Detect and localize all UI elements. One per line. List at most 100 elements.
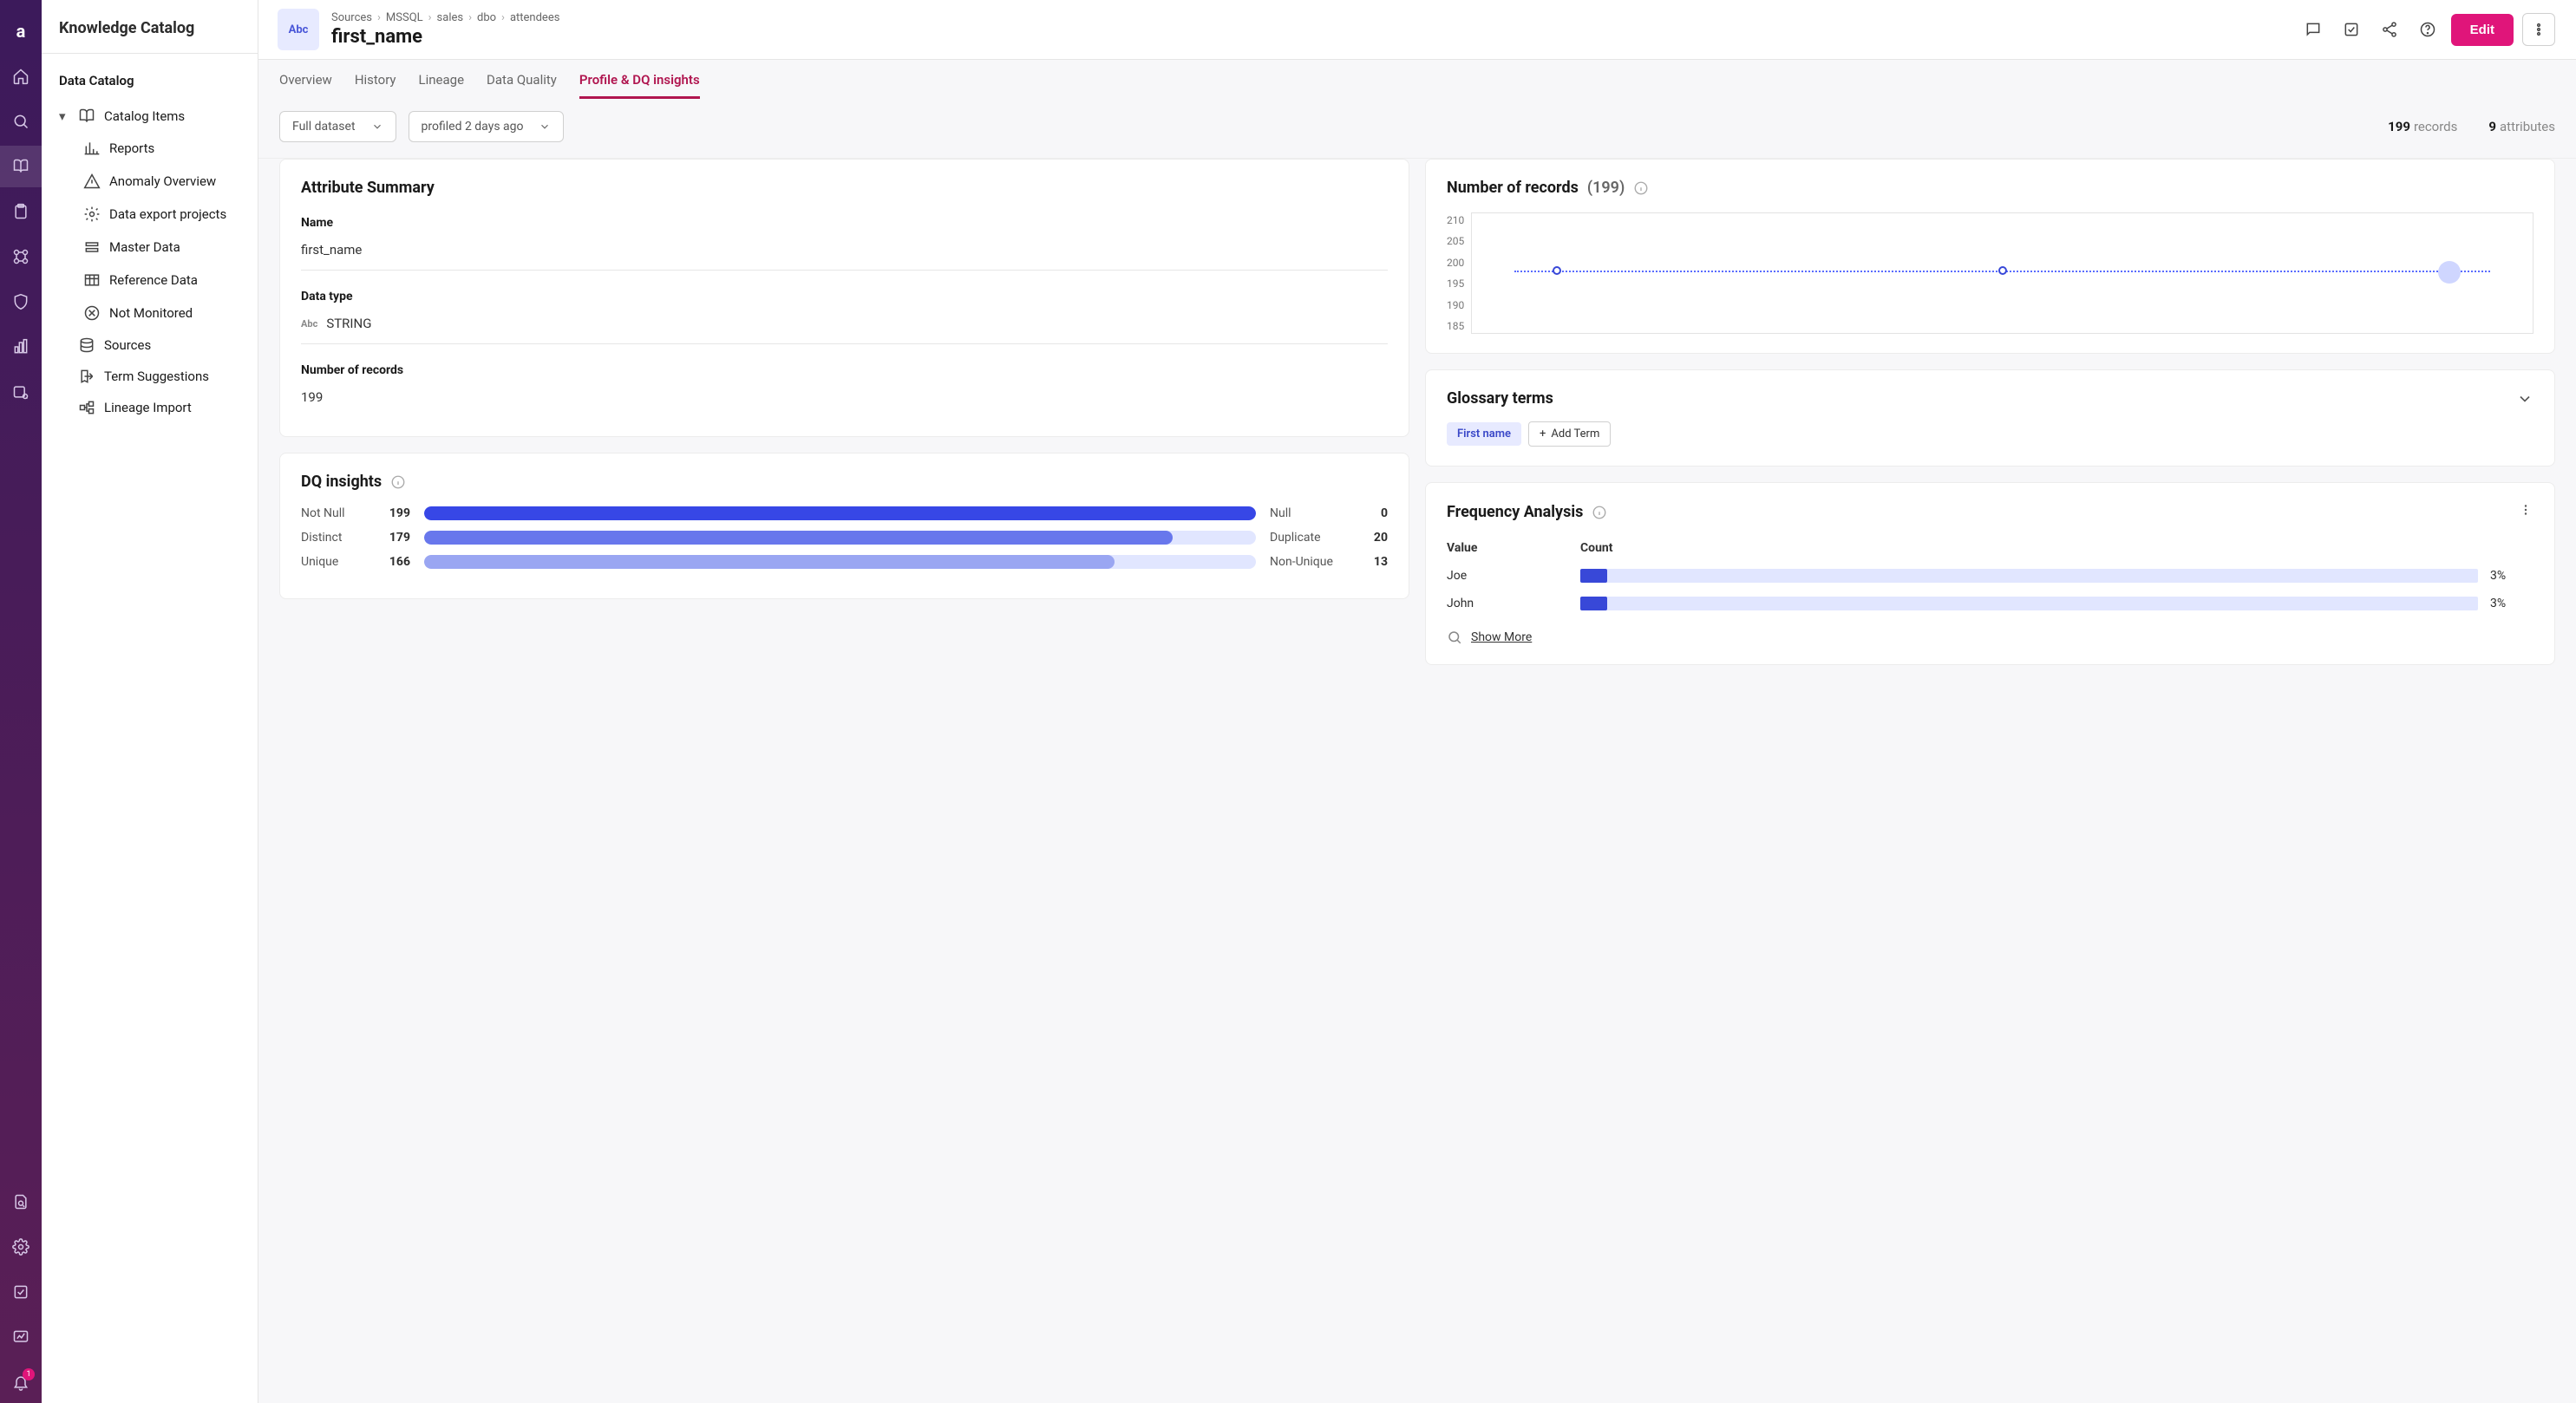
dq-row: Not Null199Null0: [301, 506, 1388, 520]
type-badge: Abc: [278, 9, 319, 50]
dataset-select[interactable]: Full dataset: [279, 111, 396, 142]
tab[interactable]: Profile & DQ insights: [579, 72, 700, 99]
sidebar-item[interactable]: Lineage Import: [50, 392, 249, 423]
dq-right-value: 13: [1362, 555, 1388, 569]
sidebar-item[interactable]: Reference Data: [75, 264, 249, 297]
rail-monitor[interactable]: [0, 1316, 42, 1358]
info-icon: [1633, 180, 1649, 196]
show-more-link[interactable]: Show More: [1447, 630, 2534, 645]
tab[interactable]: Lineage: [419, 72, 465, 99]
rail-analytics[interactable]: [0, 326, 42, 368]
rail-model[interactable]: [0, 236, 42, 277]
dq-right-value: 0: [1362, 506, 1388, 520]
sidebar-item[interactable]: Term Suggestions: [50, 361, 249, 392]
sidebar-item-label: Sources: [104, 337, 151, 353]
breadcrumb-item[interactable]: MSSQL: [386, 11, 423, 24]
freq-bar: [1580, 597, 2478, 610]
breadcrumb-item[interactable]: attendees: [510, 11, 559, 24]
comment-icon[interactable]: [2298, 15, 2328, 44]
sidebar-item-label: Master Data: [109, 239, 180, 255]
item-icon: [83, 238, 101, 256]
help-icon[interactable]: [2413, 15, 2442, 44]
checkbox-icon[interactable]: [2337, 15, 2366, 44]
rail-notifications[interactable]: 1: [0, 1361, 42, 1403]
ytick: 210: [1447, 214, 1464, 226]
breadcrumb-separator: ›: [428, 11, 432, 24]
tab[interactable]: Overview: [279, 72, 332, 99]
item-icon: [83, 206, 101, 223]
freq-value: Joe: [1447, 569, 1568, 583]
frequency-title: Frequency Analysis: [1447, 503, 1583, 521]
rail-doc-search[interactable]: [0, 1181, 42, 1223]
dq-left-label: Distinct: [301, 531, 362, 545]
glossary-card: Glossary terms First name +Add Term: [1425, 369, 2555, 467]
ytick: 195: [1447, 277, 1464, 290]
tree-label: Catalog Items: [104, 108, 185, 124]
sidebar-item[interactable]: Master Data: [75, 231, 249, 264]
tab[interactable]: History: [355, 72, 396, 99]
glossary-title: Glossary terms: [1447, 389, 1553, 408]
dq-right-label: Null: [1270, 506, 1348, 520]
search-icon: [1447, 630, 1462, 645]
sidebar-item-label: Anomaly Overview: [109, 173, 216, 189]
frequency-menu-icon[interactable]: [2518, 502, 2534, 522]
chart-yaxis: 210205200195190185: [1447, 212, 1471, 334]
records-line-plot: [1471, 212, 2534, 334]
freq-col-count: Count: [1580, 541, 2478, 555]
rail-settings[interactable]: [0, 1226, 42, 1268]
item-icon: [83, 140, 101, 157]
profiled-select-value: profiled 2 days ago: [422, 120, 524, 134]
rail-tasks[interactable]: [0, 1271, 42, 1313]
more-menu-icon[interactable]: [2522, 13, 2555, 46]
dq-row: Unique166Non-Unique13: [301, 555, 1388, 569]
chevron-down-icon: [539, 121, 551, 133]
sidebar-item[interactable]: Anomaly Overview: [75, 165, 249, 198]
rail-explore[interactable]: [0, 371, 42, 413]
breadcrumb-item[interactable]: dbo: [477, 11, 496, 24]
breadcrumb-separator: ›: [468, 11, 472, 24]
sidebar-item[interactable]: Reports: [75, 132, 249, 165]
sidebar-item[interactable]: Data export projects: [75, 198, 249, 231]
sidebar-item-label: Not Monitored: [109, 305, 193, 321]
attr-type-label: Data type: [301, 290, 1388, 303]
breadcrumb-item[interactable]: sales: [437, 11, 464, 24]
add-term-button[interactable]: +Add Term: [1528, 421, 1611, 447]
edit-button[interactable]: Edit: [2451, 14, 2514, 46]
share-icon[interactable]: [2375, 15, 2404, 44]
records-chart-card: Number of records (199) 2102052001951901…: [1425, 159, 2555, 354]
rail-home[interactable]: [0, 55, 42, 97]
attr-name-label: Name: [301, 216, 1388, 230]
rail-clipboard[interactable]: [0, 191, 42, 232]
plus-icon: +: [1540, 427, 1546, 440]
dataset-select-value: Full dataset: [292, 120, 356, 134]
dq-left-value: 166: [376, 555, 410, 569]
attr-name-value: first_name: [301, 242, 1388, 271]
frequency-row: John3%: [1447, 597, 2534, 610]
sidebar-item[interactable]: Not Monitored: [75, 297, 249, 330]
breadcrumb-item[interactable]: Sources: [331, 11, 372, 24]
rail-shield[interactable]: [0, 281, 42, 323]
topbar: Abc Sources›MSSQL›sales›dbo›attendees fi…: [258, 0, 2576, 60]
sidebar-item-label: Reference Data: [109, 272, 198, 288]
tree-root-catalog-items[interactable]: ▾ Catalog Items: [50, 101, 249, 132]
attribute-summary-card: Attribute Summary Name first_name Data t…: [279, 159, 1409, 437]
info-icon: [1592, 505, 1607, 520]
dq-bar: [424, 555, 1256, 569]
dq-left-value: 199: [376, 506, 410, 520]
frequency-row: Joe3%: [1447, 569, 2534, 583]
rail-catalog[interactable]: [0, 146, 42, 187]
rail-search[interactable]: [0, 101, 42, 142]
sidebar-item[interactable]: Sources: [50, 330, 249, 361]
glossary-tag[interactable]: First name: [1447, 422, 1521, 446]
attr-type-value: Abc STRING: [301, 316, 1388, 344]
item-icon: [78, 399, 95, 416]
main: Abc Sources›MSSQL›sales›dbo›attendees fi…: [258, 0, 2576, 1403]
dq-row: Distinct179Duplicate20: [301, 531, 1388, 545]
profiled-select[interactable]: profiled 2 days ago: [409, 111, 565, 142]
tab[interactable]: Data Quality: [487, 72, 557, 99]
chevron-down-icon[interactable]: [2516, 390, 2534, 408]
frequency-card: Frequency Analysis Value Count Joe3%John…: [1425, 482, 2555, 665]
breadcrumb-separator: ›: [501, 11, 505, 24]
sidebar: Knowledge Catalog Data Catalog ▾ Catalog…: [42, 0, 258, 1403]
chevron-down-icon: [371, 121, 383, 133]
